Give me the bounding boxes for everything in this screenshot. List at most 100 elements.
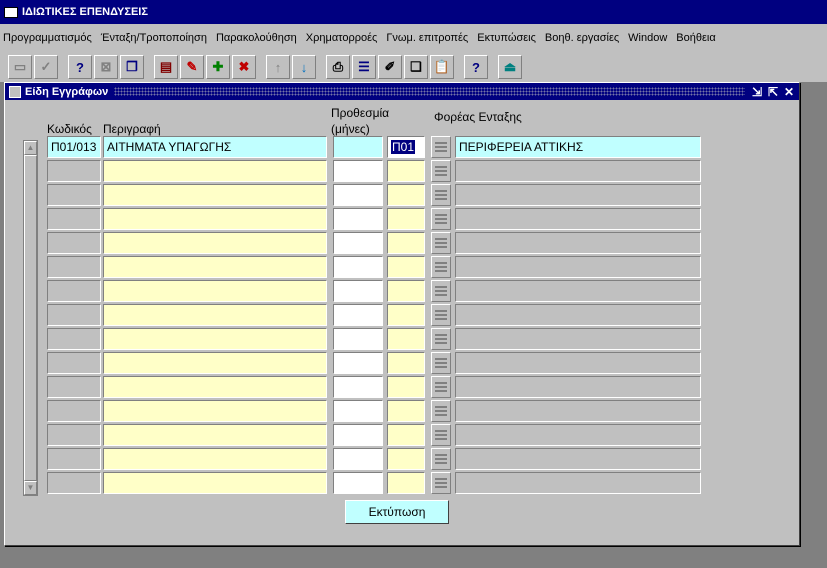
agency-field[interactable] (455, 472, 701, 494)
code-field[interactable]: Π01/013 (47, 136, 101, 158)
menu-item[interactable]: Βοήθεια (676, 32, 715, 44)
list-of-values-icon[interactable] (431, 400, 451, 422)
agency-field[interactable] (455, 376, 701, 398)
agency-code-field[interactable] (387, 400, 425, 422)
description-field[interactable] (103, 232, 327, 254)
scroll-up-icon[interactable]: ▲ (24, 141, 37, 155)
months-field[interactable] (333, 376, 383, 398)
agency-code-field[interactable] (387, 160, 425, 182)
agency-code-field[interactable] (387, 304, 425, 326)
months-field[interactable] (333, 160, 383, 182)
agency-code-field[interactable] (387, 328, 425, 350)
copy-field-icon[interactable]: ❏ (404, 55, 428, 79)
agency-field[interactable] (455, 256, 701, 278)
description-field[interactable] (103, 328, 327, 350)
list-of-values-icon[interactable] (431, 208, 451, 230)
description-field[interactable] (103, 376, 327, 398)
code-field[interactable] (47, 280, 101, 302)
description-field[interactable] (103, 304, 327, 326)
description-field[interactable] (103, 352, 327, 374)
agency-field[interactable] (455, 280, 701, 302)
agency-field[interactable] (455, 328, 701, 350)
edit-field-icon[interactable]: ✐ (378, 55, 402, 79)
query-icon[interactable]: ? (68, 55, 92, 79)
list-of-values-icon[interactable] (431, 352, 451, 374)
months-field[interactable] (333, 136, 383, 158)
months-field[interactable] (333, 424, 383, 446)
months-field[interactable] (333, 472, 383, 494)
exit-icon[interactable]: ⏏ (498, 55, 522, 79)
agency-code-field[interactable] (387, 184, 425, 206)
paste-icon[interactable]: 📋 (430, 55, 454, 79)
code-field[interactable] (47, 160, 101, 182)
menu-item[interactable]: Εκτυπώσεις (477, 32, 536, 44)
code-field[interactable] (47, 448, 101, 470)
list-of-values-icon[interactable] (431, 424, 451, 446)
up-icon[interactable]: ↑ (266, 55, 290, 79)
save-record-icon[interactable]: ▤ (154, 55, 178, 79)
agency-code-field[interactable] (387, 256, 425, 278)
months-field[interactable] (333, 208, 383, 230)
add-icon[interactable]: ✚ (206, 55, 230, 79)
description-field[interactable]: ΑΙΤΗΜΑΤΑ ΥΠΑΓΩΓΗΣ (103, 136, 327, 158)
months-field[interactable] (333, 400, 383, 422)
list-of-values-icon[interactable] (431, 280, 451, 302)
close-icon[interactable]: ✕ (783, 85, 795, 99)
agency-field[interactable]: ΠΕΡΙΦΕΡΕΙΑ ΑΤΤΙΚΗΣ (455, 136, 701, 158)
months-field[interactable] (333, 352, 383, 374)
agency-code-field[interactable] (387, 280, 425, 302)
code-field[interactable] (47, 328, 101, 350)
agency-code-field[interactable] (387, 472, 425, 494)
list-of-values-icon[interactable] (431, 448, 451, 470)
down-icon[interactable]: ↓ (292, 55, 316, 79)
code-field[interactable] (47, 256, 101, 278)
agency-field[interactable] (455, 424, 701, 446)
description-field[interactable] (103, 256, 327, 278)
restore-icon[interactable]: ⇱ (767, 85, 779, 99)
months-field[interactable] (333, 448, 383, 470)
months-field[interactable] (333, 328, 383, 350)
agency-field[interactable] (455, 232, 701, 254)
list-of-values-icon[interactable] (431, 184, 451, 206)
months-field[interactable] (333, 280, 383, 302)
cancel-query-icon[interactable]: ⊠ (94, 55, 118, 79)
form-icon[interactable] (9, 85, 21, 98)
code-field[interactable] (47, 472, 101, 494)
agency-field[interactable] (455, 208, 701, 230)
agency-field[interactable] (455, 448, 701, 470)
months-field[interactable] (333, 184, 383, 206)
agency-code-field[interactable]: Π01 (387, 136, 425, 158)
delete-icon[interactable]: ✖ (232, 55, 256, 79)
description-field[interactable] (103, 280, 327, 302)
agency-field[interactable] (455, 352, 701, 374)
window-icon[interactable] (4, 6, 18, 18)
agency-code-field[interactable] (387, 232, 425, 254)
months-field[interactable] (333, 232, 383, 254)
scroll-thumb[interactable] (24, 155, 37, 481)
agency-field[interactable] (455, 400, 701, 422)
list-of-values-icon[interactable] (431, 304, 451, 326)
print-icon[interactable]: ⎙ (326, 55, 350, 79)
list-of-values-icon[interactable] (431, 232, 451, 254)
menu-item[interactable]: Window (628, 32, 667, 44)
list-of-values-icon[interactable] (431, 328, 451, 350)
code-field[interactable] (47, 400, 101, 422)
agency-field[interactable] (455, 304, 701, 326)
code-field[interactable] (47, 304, 101, 326)
menu-item[interactable]: Παρακολούθηση (216, 32, 297, 44)
edit-icon[interactable]: ✎ (180, 55, 204, 79)
list-of-values-icon[interactable] (431, 376, 451, 398)
description-field[interactable] (103, 448, 327, 470)
agency-code-field[interactable] (387, 208, 425, 230)
code-field[interactable] (47, 208, 101, 230)
help-icon[interactable]: ? (464, 55, 488, 79)
menu-item[interactable]: Προγραμματισμός (3, 32, 92, 44)
list-icon[interactable]: ☰ (352, 55, 376, 79)
description-field[interactable] (103, 424, 327, 446)
code-field[interactable] (47, 184, 101, 206)
code-field[interactable] (47, 424, 101, 446)
agency-field[interactable] (455, 160, 701, 182)
agency-code-field[interactable] (387, 376, 425, 398)
description-field[interactable] (103, 472, 327, 494)
list-of-values-icon[interactable] (431, 256, 451, 278)
